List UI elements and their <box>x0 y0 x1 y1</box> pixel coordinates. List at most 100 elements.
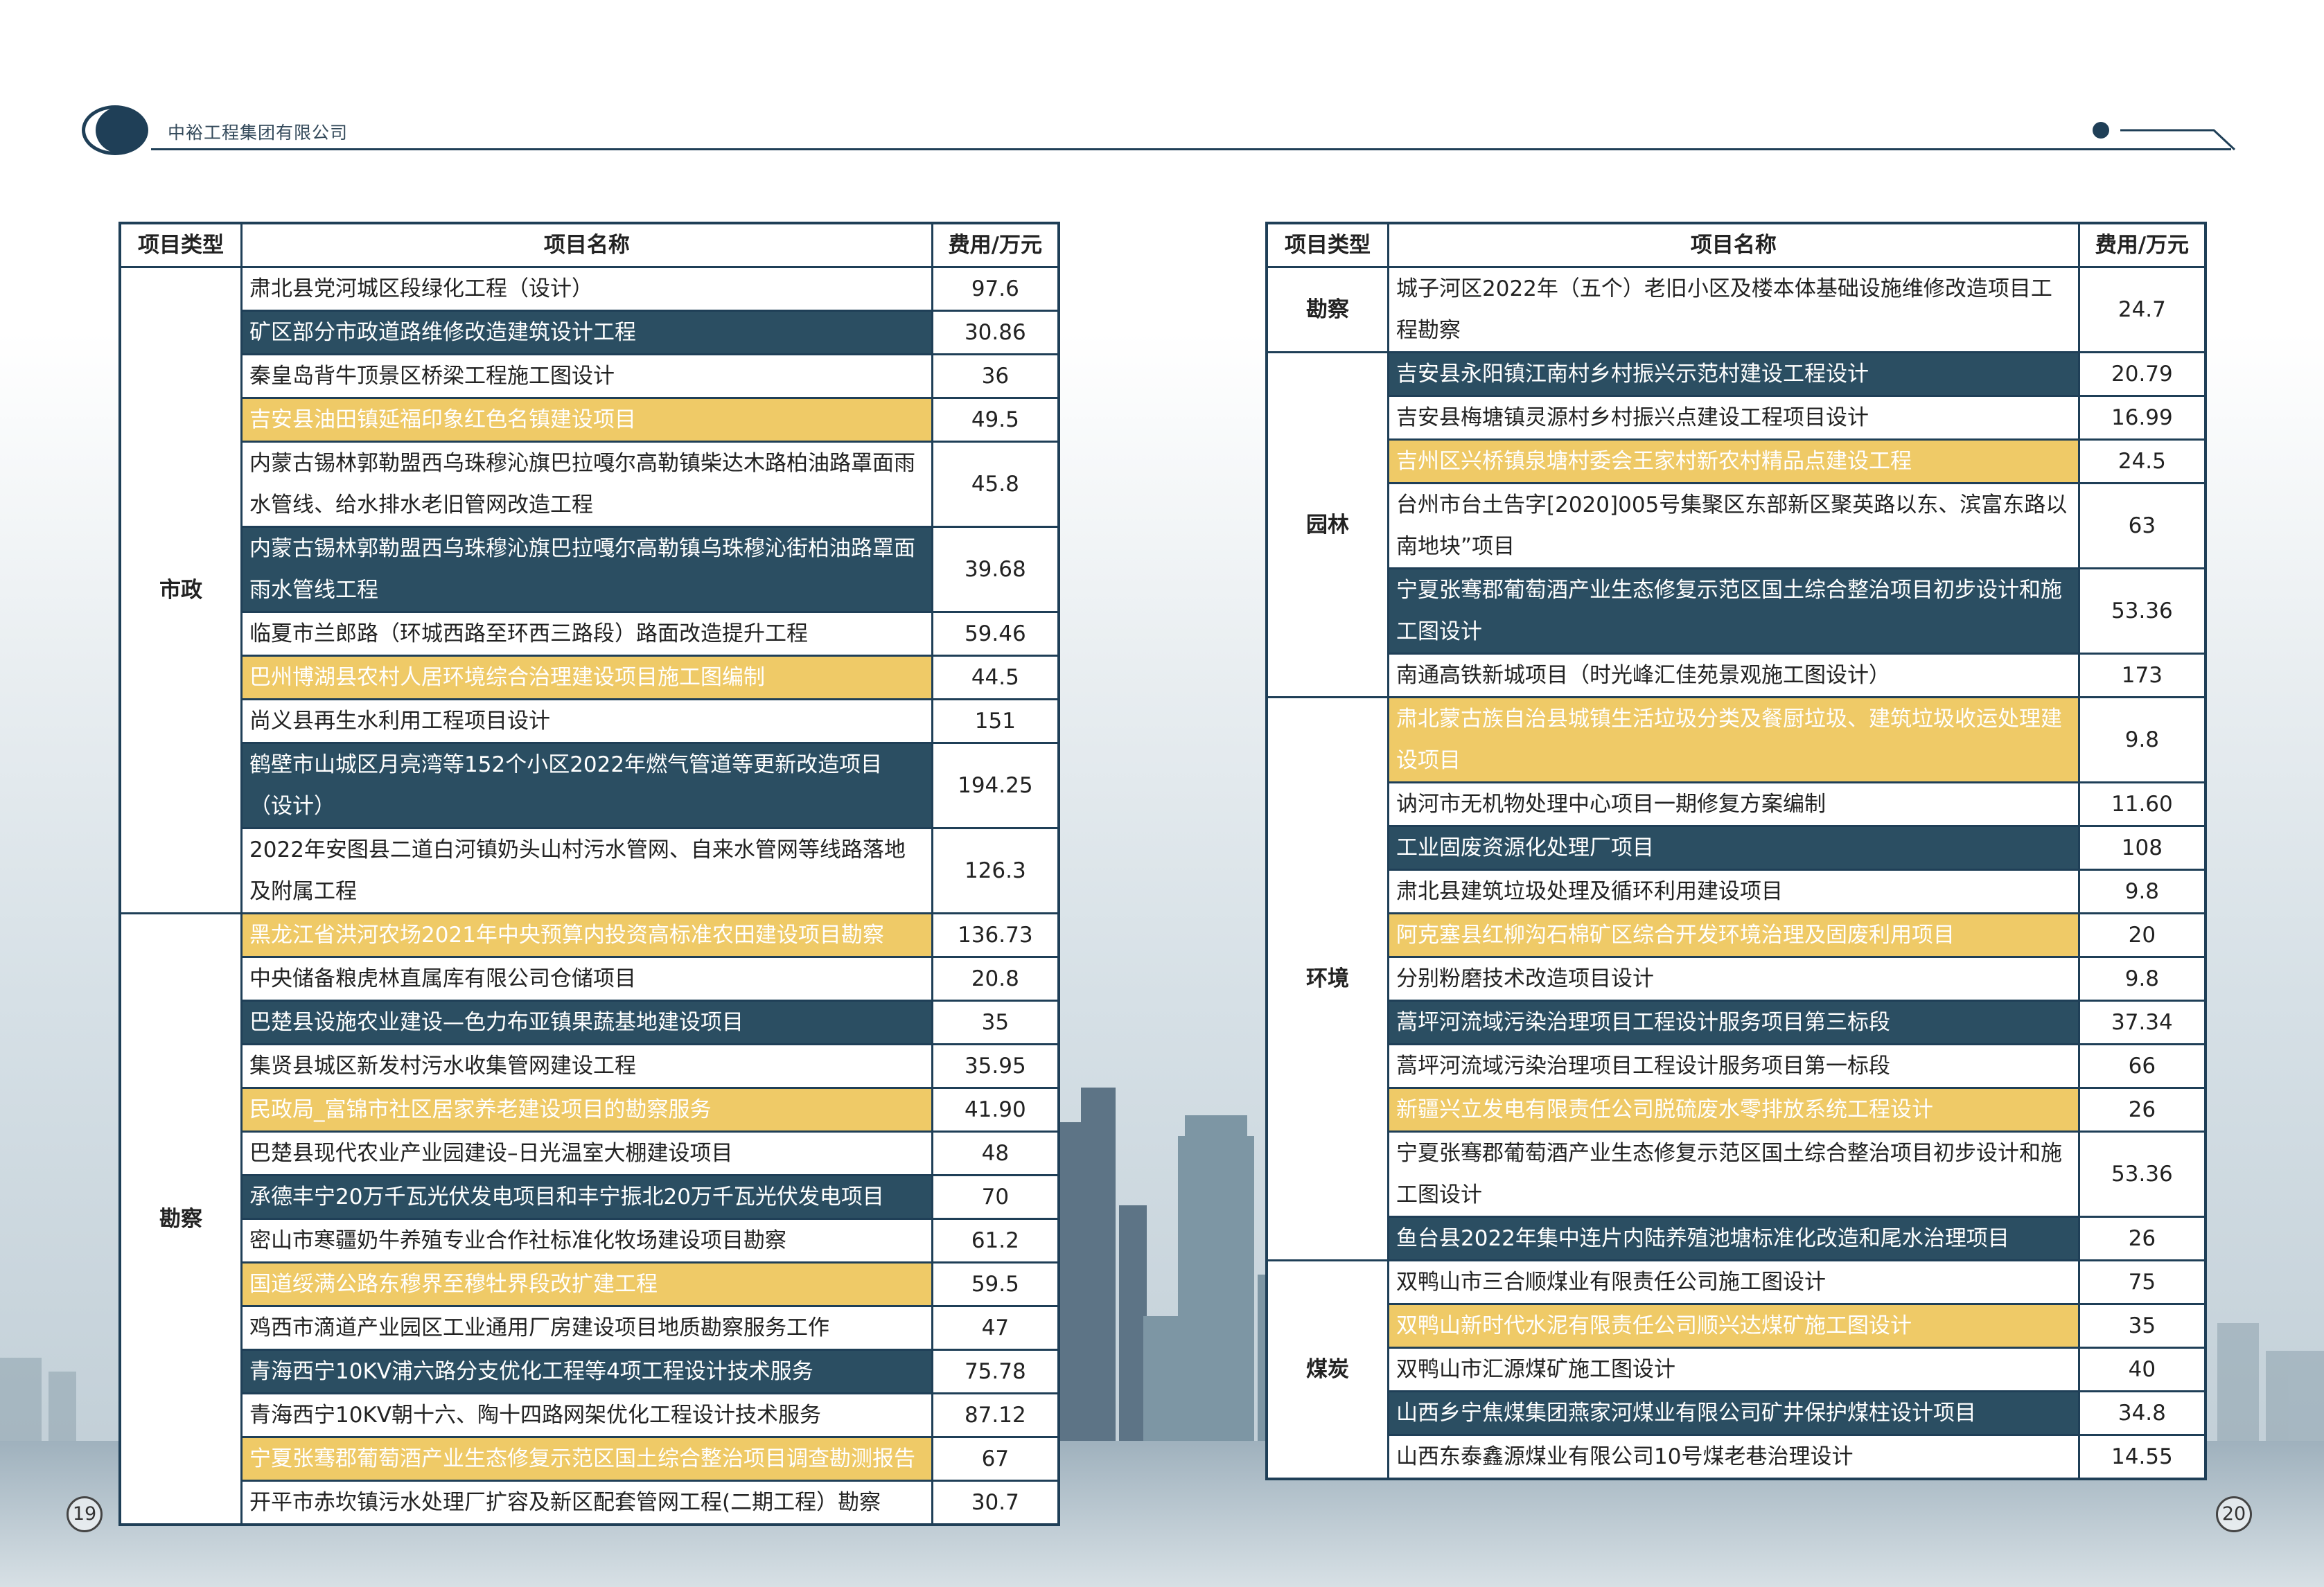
project-fee-cell: 20 <box>2077 912 2207 958</box>
project-fee-cell: 75 <box>2077 1259 2207 1305</box>
project-name-cell: 鸡西市滴道产业园区工业通用厂房建设项目地质勘察服务工作 <box>240 1305 933 1351</box>
project-type-cell: 煤炭 <box>1265 1259 1390 1480</box>
project-name-cell: 宁夏张骞郡葡萄酒产业生态修复示范区国土综合整治项目初步设计和施工图设计 <box>1387 1131 2080 1218</box>
project-fee-cell: 48 <box>931 1131 1060 1176</box>
table-row: 山西东泰鑫源煤业有限公司10号煤老巷治理设计 14.55 <box>1267 1434 2207 1480</box>
project-type-cell: 市政 <box>118 266 243 914</box>
table-row: 承德丰宁20万千瓦光伏发电项目和丰宁振北20万千瓦光伏发电项目 70 <box>120 1174 1060 1220</box>
project-fee-cell: 34.8 <box>2077 1390 2207 1436</box>
table-row: 肃北县建筑垃圾处理及循环利用建设项目 9.8 <box>1267 869 2207 914</box>
project-name-cell: 吉安县油田镇延福印象红色名镇建设项目 <box>240 397 933 443</box>
table-row: 勘察 黑龙江省洪河农场2021年中央预算内投资高标准农田建设项目勘察 136.73 <box>118 912 1060 1526</box>
project-fee-cell: 70 <box>931 1174 1060 1220</box>
project-name-cell: 青海西宁10KV朝十六、陶十四路网架优化工程设计技术服务 <box>240 1392 933 1438</box>
project-name-cell: 2022年安图县二道白河镇奶头山村污水管网、自来水管网等线路落地及附属工程 <box>240 827 933 914</box>
project-fee-cell: 47 <box>931 1305 1060 1351</box>
project-type-cell: 勘察 <box>118 912 243 1526</box>
table-row: 巴楚县现代农业产业园建设–日光温室大棚建设项目 48 <box>120 1131 1060 1176</box>
project-fee-cell: 53.36 <box>2077 1131 2207 1218</box>
project-name-cell: 吉州区兴桥镇泉塘村委会王家村新农村精品点建设工程 <box>1387 438 2080 484</box>
table-header-row: 项目类型 项目名称 费用/万元 <box>118 222 1060 268</box>
project-name-cell: 宁夏张骞郡葡萄酒产业生态修复示范区国土综合整治项目初步设计和施工图设计 <box>1387 567 2080 655</box>
project-fee-cell: 67 <box>931 1436 1060 1482</box>
project-name-cell: 内蒙古锡林郭勒盟西乌珠穆沁旗巴拉嘎尔高勒镇乌珠穆沁街柏油路罩面雨水管线工程 <box>240 526 933 613</box>
project-name-cell: 蒿坪河流域污染治理项目工程设计服务项目第三标段 <box>1387 1000 2080 1045</box>
project-fee-cell: 75.78 <box>931 1349 1060 1394</box>
table-row: 新疆兴立发电有限责任公司脱硫废水零排放系统工程设计 26 <box>1267 1087 2207 1133</box>
project-fee-cell: 35 <box>931 1000 1060 1045</box>
project-name-cell: 台州市台土告字[2020]005号集聚区东部新区聚英路以东、滨富东路以南地块”项… <box>1387 482 2080 569</box>
project-fee-cell: 45.8 <box>931 441 1060 528</box>
company-name: 中裕工程集团有限公司 <box>168 123 349 143</box>
table-row: 中央储备粮虎林直属库有限公司仓储项目 20.8 <box>120 956 1060 1002</box>
project-fee-cell: 53.36 <box>2077 567 2207 655</box>
project-name-cell: 吉安县永阳镇江南村乡村振兴示范村建设工程设计 <box>1387 351 2080 397</box>
project-name-cell: 肃北蒙古族自治县城镇生活垃圾分类及餐厨垃圾、建筑垃圾收运处理建设项目 <box>1387 696 2080 783</box>
project-fee-cell: 39.68 <box>931 526 1060 613</box>
project-name-cell: 山西乡宁焦煤集团燕家河煤业有限公司矿井保护煤柱设计项目 <box>1387 1390 2080 1436</box>
table-row: 阿克塞县红柳沟石棉矿区综合开发环境治理及固废利用项目 20 <box>1267 912 2207 958</box>
project-name-cell: 黑龙江省洪河农场2021年中央预算内投资高标准农田建设项目勘察 <box>240 912 933 958</box>
logo-dot-icon <box>96 107 147 154</box>
table-row: 开平市赤坎镇污水处理厂扩容及新区配套管网工程(二期工程）勘察 30.7 <box>120 1480 1060 1526</box>
project-name-cell: 鹤壁市山城区月亮湾等152个小区2022年燃气管道等更新改造项目（设计） <box>240 742 933 829</box>
project-name-cell: 矿区部分市政道路维修改造建筑设计工程 <box>240 310 933 355</box>
project-fee-cell: 44.5 <box>931 655 1060 700</box>
table-row: 民政局_富锦市社区居家养老建设项目的勘察服务 41.90 <box>120 1087 1060 1133</box>
table-row: 青海西宁10KV朝十六、陶十四路网架优化工程设计技术服务 87.12 <box>120 1392 1060 1438</box>
project-fee-cell: 11.60 <box>2077 781 2207 827</box>
page-number-right: 20 <box>2216 1496 2252 1532</box>
project-name-cell: 讷河市无机物处理中心项目一期修复方案编制 <box>1387 781 2080 827</box>
table-row: 密山市寒疆奶牛养殖专业合作社标准化牧场建设项目勘察 61.2 <box>120 1218 1060 1264</box>
project-name-cell: 承德丰宁20万千瓦光伏发电项目和丰宁振北20万千瓦光伏发电项目 <box>240 1174 933 1220</box>
table-row: 巴州博湖县农村人居环境综合治理建设项目施工图编制 44.5 <box>120 655 1060 700</box>
table-row: 南通高铁新城项目（时光峰汇佳苑景观施工图设计） 173 <box>1267 653 2207 698</box>
project-name-cell: 山西东泰鑫源煤业有限公司10号煤老巷治理设计 <box>1387 1434 2080 1480</box>
project-name-cell: 中央储备粮虎林直属库有限公司仓储项目 <box>240 956 933 1002</box>
column-header-type: 项目类型 <box>118 222 243 268</box>
project-fee-cell: 14.55 <box>2077 1434 2207 1480</box>
project-fee-cell: 26 <box>2077 1216 2207 1261</box>
table-row: 分别粉磨技术改造项目设计 9.8 <box>1267 956 2207 1002</box>
table-header-row: 项目类型 项目名称 费用/万元 <box>1265 222 2207 268</box>
project-fee-cell: 126.3 <box>931 827 1060 914</box>
project-fee-cell: 63 <box>2077 482 2207 569</box>
project-fee-cell: 97.6 <box>931 266 1060 312</box>
project-name-cell: 新疆兴立发电有限责任公司脱硫废水零排放系统工程设计 <box>1387 1087 2080 1133</box>
project-fee-cell: 36 <box>931 353 1060 399</box>
page-number-left: 19 <box>67 1496 103 1532</box>
column-header-name: 项目名称 <box>240 222 933 268</box>
project-fee-cell: 108 <box>2077 825 2207 871</box>
project-name-cell: 分别粉磨技术改造项目设计 <box>1387 956 2080 1002</box>
project-fee-cell: 136.73 <box>931 912 1060 958</box>
project-fee-cell: 9.8 <box>2077 869 2207 914</box>
project-name-cell: 南通高铁新城项目（时光峰汇佳苑景观施工图设计） <box>1387 653 2080 698</box>
project-fee-cell: 20.8 <box>931 956 1060 1002</box>
column-header-fee: 费用/万元 <box>931 222 1060 268</box>
project-fee-cell: 41.90 <box>931 1087 1060 1133</box>
project-fee-cell: 61.2 <box>931 1218 1060 1264</box>
project-name-cell: 巴州博湖县农村人居环境综合治理建设项目施工图编制 <box>240 655 933 700</box>
table-row: 鱼台县2022年集中连片内陆养殖池塘标准化改造和尾水治理项目 26 <box>1267 1216 2207 1261</box>
table-row: 讷河市无机物处理中心项目一期修复方案编制 11.60 <box>1267 781 2207 827</box>
project-name-cell: 尚义县再生水利用工程项目设计 <box>240 698 933 744</box>
table-row: 鹤壁市山城区月亮湾等152个小区2022年燃气管道等更新改造项目（设计） 194.… <box>120 742 1060 829</box>
header-dot-icon <box>2093 122 2109 139</box>
table-row: 内蒙古锡林郭勒盟西乌珠穆沁旗巴拉嘎尔高勒镇柴达木路柏油路罩面雨水管线、给水排水老… <box>120 441 1060 528</box>
project-name-cell: 集贤县城区新发村污水收集管网建设工程 <box>240 1043 933 1089</box>
table-row: 秦皇岛背牛顶景区桥梁工程施工图设计 36 <box>120 353 1060 399</box>
project-name-cell: 巴楚县现代农业产业园建设–日光温室大棚建设项目 <box>240 1131 933 1176</box>
header-rule <box>151 148 2231 150</box>
project-name-cell: 密山市寒疆奶牛养殖专业合作社标准化牧场建设项目勘察 <box>240 1218 933 1264</box>
table-row: 工业固废资源化处理厂项目 108 <box>1267 825 2207 871</box>
project-name-cell: 蒿坪河流域污染治理项目工程设计服务项目第一标段 <box>1387 1043 2080 1089</box>
project-fee-cell: 30.7 <box>931 1480 1060 1526</box>
project-type-cell: 勘察 <box>1265 266 1390 353</box>
project-fee-cell: 26 <box>2077 1087 2207 1133</box>
project-fee-cell: 173 <box>2077 653 2207 698</box>
right-project-table: 项目类型 项目名称 费用/万元 勘察 城子河区2022年（五个）老旧小区及楼本体基… <box>1265 222 2207 1480</box>
left-project-table: 项目类型 项目名称 费用/万元 市政 肃北县党河城区段绿化工程（设计） 97.6 矿区… <box>118 222 1060 1526</box>
project-type-cell: 环境 <box>1265 696 1390 1261</box>
project-name-cell: 工业固废资源化处理厂项目 <box>1387 825 2080 871</box>
table-row: 内蒙古锡林郭勒盟西乌珠穆沁旗巴拉嘎尔高勒镇乌珠穆沁街柏油路罩面雨水管线工程 39.… <box>120 526 1060 613</box>
